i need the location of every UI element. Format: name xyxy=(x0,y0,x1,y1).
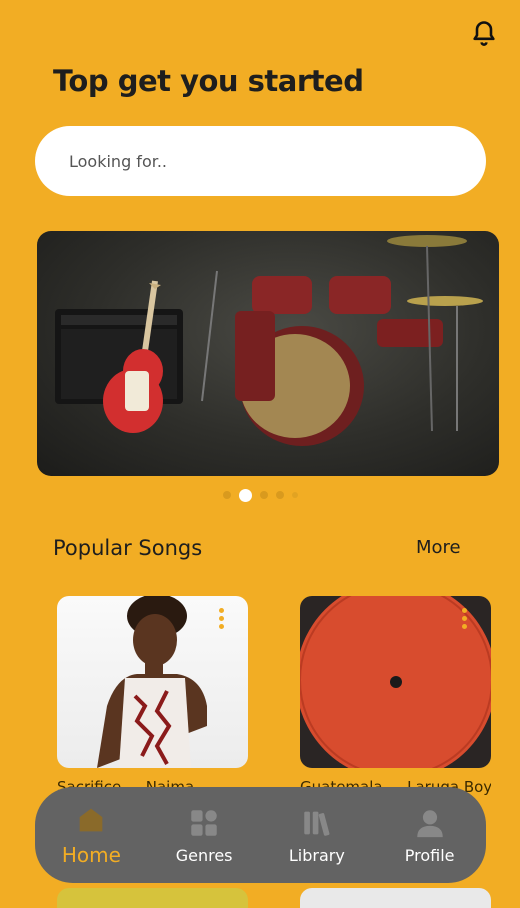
nav-label: Home xyxy=(61,843,121,867)
section-title: Popular Songs xyxy=(53,536,203,560)
carousel-dot[interactable] xyxy=(259,491,268,499)
grid-icon xyxy=(191,809,217,836)
featured-banner[interactable] xyxy=(37,231,499,476)
carousel-dot-active[interactable] xyxy=(238,488,252,502)
song-card-partial[interactable] xyxy=(57,888,248,908)
song-card-partial[interactable] xyxy=(300,888,491,908)
profile-icon xyxy=(416,809,443,837)
home-icon xyxy=(80,808,103,832)
guitar-drums-image xyxy=(55,235,483,446)
more-options-icon[interactable] xyxy=(462,608,467,632)
more-options-icon[interactable] xyxy=(219,608,224,632)
nav-item-profile[interactable]: Profile xyxy=(373,787,486,883)
carousel-dot[interactable] xyxy=(291,492,298,498)
nav-item-home[interactable]: Home xyxy=(35,787,148,883)
song-card[interactable] xyxy=(300,596,491,768)
carousel-indicator xyxy=(0,488,520,502)
nav-item-library[interactable]: Library xyxy=(261,787,374,883)
nav-label: Library xyxy=(288,845,345,865)
song-card[interactable] xyxy=(57,596,248,768)
page-title: Top get you started xyxy=(53,64,364,98)
carousel-dot[interactable] xyxy=(275,491,284,499)
carousel-dot[interactable] xyxy=(222,491,231,499)
library-icon xyxy=(304,811,330,836)
nav-item-genres[interactable]: Genres xyxy=(148,787,261,883)
nav-label: Genres xyxy=(175,845,233,865)
search-input[interactable] xyxy=(35,126,486,196)
bell-icon[interactable] xyxy=(470,18,498,48)
more-link[interactable]: More xyxy=(416,537,461,558)
bottom-navigation: Home Genres Library Profile xyxy=(35,787,486,883)
nav-label: Profile xyxy=(404,845,455,865)
